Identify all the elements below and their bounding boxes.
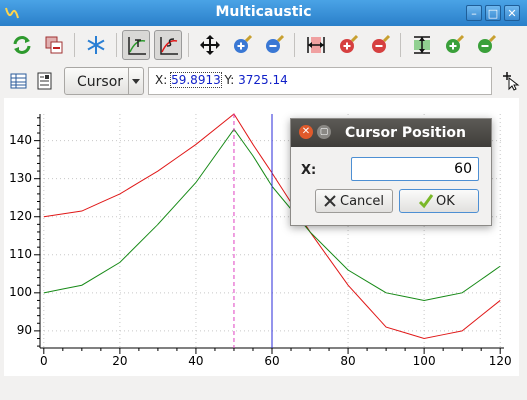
y-tick-label: 120 xyxy=(9,208,32,223)
cursor-x-label: X: xyxy=(155,73,168,87)
zoom-out-button[interactable] xyxy=(260,30,288,60)
y-tick-label: 110 xyxy=(9,246,32,261)
zoom-out-h-button[interactable] xyxy=(366,30,394,60)
close-icon: ✕ xyxy=(301,126,311,137)
y-tick-label: 100 xyxy=(9,284,32,299)
x-tick-label: 40 xyxy=(188,354,204,368)
table-icon xyxy=(10,73,27,89)
cursor-pick-icon xyxy=(503,72,520,91)
mode-select-value: Cursor xyxy=(77,74,124,90)
toolbar-separator xyxy=(74,33,75,57)
y-tick-label: 130 xyxy=(9,170,32,185)
x-tick-label: 100 xyxy=(412,354,436,368)
zoom-in-v-button[interactable] xyxy=(440,30,468,60)
cancel-button-label: Cancel xyxy=(340,194,385,209)
zoom-out-icon xyxy=(266,34,285,53)
cursor-position-display: X: 59.8913 Y: 3725.14 xyxy=(148,67,492,95)
ok-button[interactable]: OK xyxy=(399,189,479,213)
select-button[interactable] xyxy=(154,30,182,60)
close-button[interactable]: ✕ xyxy=(504,5,520,21)
window-title: Multicaustic xyxy=(215,4,312,20)
fit-vertical-icon xyxy=(414,36,430,54)
minimize-button[interactable]: – xyxy=(466,5,482,21)
zoom-out-v-icon xyxy=(478,34,497,53)
toolbar-separator xyxy=(116,33,117,57)
cursor-y-label: Y: xyxy=(224,73,235,87)
dialog-title-bar: ✕ ▢ Cursor Position xyxy=(291,119,491,147)
pan-button[interactable] xyxy=(196,30,224,60)
copy-button[interactable] xyxy=(40,30,68,60)
ok-button-label: OK xyxy=(436,194,455,209)
x-tick-label: 120 xyxy=(488,354,512,368)
dialog-minimize-button[interactable]: ▢ xyxy=(317,125,331,139)
dialog-x-label: X: xyxy=(301,163,317,178)
checkmark-icon xyxy=(418,194,434,209)
maximize-button[interactable]: □ xyxy=(485,5,501,21)
refresh-button[interactable] xyxy=(8,30,36,60)
cancel-icon xyxy=(324,195,336,207)
x-position-input[interactable] xyxy=(351,157,479,181)
toolbar-separator xyxy=(400,33,401,57)
cancel-button[interactable]: Cancel xyxy=(315,189,393,213)
table-view-button[interactable] xyxy=(6,67,34,97)
y-tick-label: 140 xyxy=(9,132,32,147)
zoom-out-v-button[interactable] xyxy=(472,30,500,60)
fit-horizontal-icon xyxy=(307,37,325,53)
copy-icon xyxy=(45,36,63,54)
trace-icon xyxy=(128,37,146,55)
x-tick-label: 60 xyxy=(264,354,280,368)
zoom-in-h-button[interactable] xyxy=(334,30,362,60)
chevron-down-icon xyxy=(132,79,140,84)
x-tick-label: 20 xyxy=(112,354,128,368)
zoom-in-button[interactable] xyxy=(228,30,256,60)
snowflake-icon xyxy=(87,36,105,54)
zoom-in-icon xyxy=(234,34,253,53)
cursor-x-value[interactable]: 59.8913 xyxy=(170,72,222,88)
data-view-button[interactable] xyxy=(32,67,60,97)
pick-cursor-button[interactable] xyxy=(497,67,525,97)
trace-button[interactable] xyxy=(122,30,150,60)
refresh-icon xyxy=(13,36,31,54)
x-tick-label: 0 xyxy=(39,354,48,368)
x-tick-label: 80 xyxy=(340,354,356,368)
zoom-in-v-icon xyxy=(446,34,465,53)
restore-icon: ▢ xyxy=(319,127,329,137)
freeze-button[interactable] xyxy=(82,30,110,60)
zoom-out-h-icon xyxy=(372,34,391,53)
main-toolbar xyxy=(0,26,527,64)
toolbar-separator xyxy=(188,33,189,57)
title-bar: Multicaustic – □ ✕ xyxy=(0,0,527,26)
data-list-icon xyxy=(37,72,52,90)
pan-icon xyxy=(200,35,220,55)
toolbar-separator xyxy=(294,33,295,57)
dialog-close-button[interactable]: ✕ xyxy=(299,125,313,139)
cursor-bar: Cursor X: 59.8913 Y: 3725.14 xyxy=(0,64,527,98)
y-tick-label: 90 xyxy=(16,322,32,337)
mode-dropdown-arrow[interactable] xyxy=(128,68,143,94)
mode-select[interactable]: Cursor xyxy=(64,67,144,95)
zoom-in-h-icon xyxy=(340,34,359,53)
fit-vertical-button[interactable] xyxy=(408,30,436,60)
select-icon xyxy=(160,37,178,55)
fit-horizontal-button[interactable] xyxy=(302,30,330,60)
cursor-y-value: 3725.14 xyxy=(238,73,288,87)
cursor-position-dialog: ✕ ▢ Cursor Position X: Cancel OK xyxy=(290,118,492,226)
dialog-title: Cursor Position xyxy=(345,125,466,141)
